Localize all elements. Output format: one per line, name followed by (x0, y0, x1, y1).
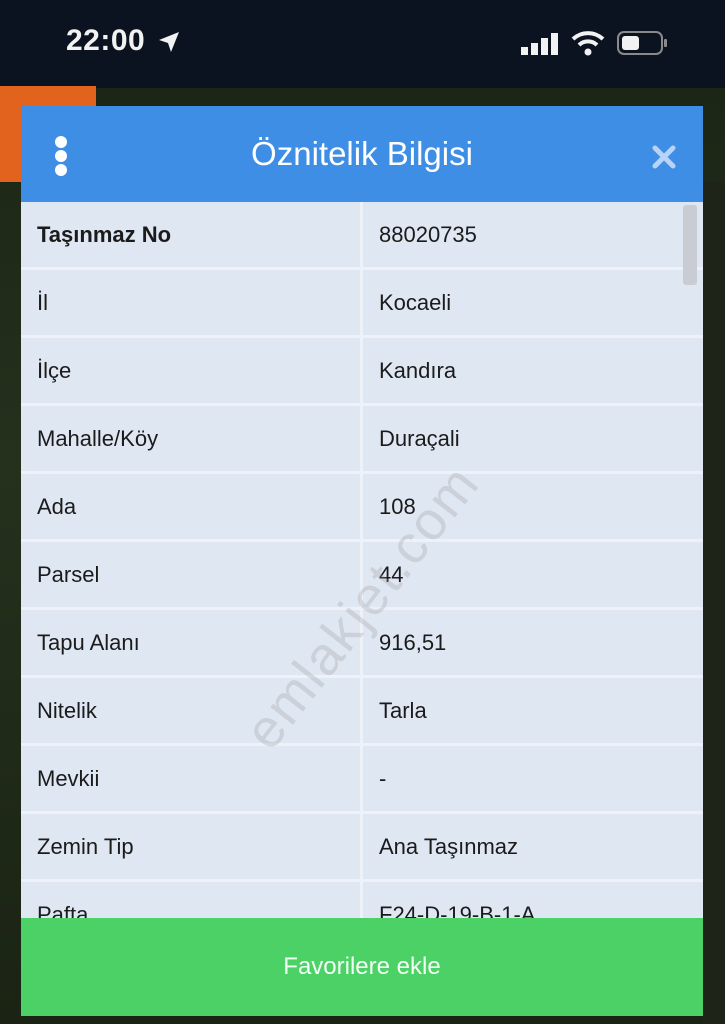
location-arrow-icon (159, 32, 179, 52)
status-time: 22:00 (66, 24, 146, 57)
table-row: İl Kocaeli (21, 268, 703, 338)
attribute-key: İl (21, 268, 363, 338)
table-row: Tapu Alanı 916,51 (21, 608, 703, 678)
attribute-key: Tapu Alanı (21, 608, 363, 678)
table-row: Mevkii - (21, 744, 703, 814)
attribute-value: 916,51 (361, 608, 703, 678)
add-to-favorites-button[interactable]: Favorilere ekle (21, 918, 703, 1016)
table-row: Parsel 44 (21, 540, 703, 610)
attribute-key: Parsel (21, 540, 363, 610)
map-edge-strip (703, 182, 725, 1024)
table-row: İlçe Kandıra (21, 336, 703, 406)
attribute-info-dialog: Öznitelik Bilgisi Taşınmaz No 88020735 İl K… (21, 106, 703, 1016)
close-icon[interactable] (651, 144, 677, 170)
attribute-key: Nitelik (21, 676, 363, 746)
attribute-value: Ana Taşınmaz (361, 812, 703, 882)
attribute-key: Taşınmaz No (21, 202, 363, 270)
dialog-title: Öznitelik Bilgisi (251, 135, 473, 172)
table-row: Mahalle/Köy Duraçali (21, 404, 703, 474)
attribute-value: 108 (361, 472, 703, 542)
cellular-signal-icon (521, 33, 558, 55)
more-vertical-icon[interactable] (55, 136, 69, 176)
attribute-key: Ada (21, 472, 363, 542)
attribute-key: İlçe (21, 336, 363, 406)
attribute-value: Kocaeli (361, 268, 703, 338)
attribute-table: Taşınmaz No 88020735 İl Kocaeli İlçe Kandıra M… (21, 202, 703, 950)
attribute-key: Zemin Tip (21, 812, 363, 882)
attribute-key: Mahalle/Köy (21, 404, 363, 474)
attribute-value: 44 (361, 540, 703, 610)
table-row: Ada 108 (21, 472, 703, 542)
scrollbar[interactable] (683, 205, 697, 915)
status-bar: 22:00 (0, 0, 725, 88)
attribute-value: - (361, 744, 703, 814)
wifi-icon (571, 31, 605, 56)
scrollbar-thumb[interactable] (683, 205, 697, 285)
attribute-value: 88020735 (361, 202, 703, 270)
battery-icon (617, 31, 667, 55)
table-row: Taşınmaz No 88020735 (21, 202, 703, 270)
table-row: Nitelik Tarla (21, 676, 703, 746)
attribute-key: Mevkii (21, 744, 363, 814)
attribute-value: Duraçali (361, 404, 703, 474)
attribute-value: Tarla (361, 676, 703, 746)
table-row: Zemin Tip Ana Taşınmaz (21, 812, 703, 882)
attribute-value: Kandıra (361, 336, 703, 406)
dialog-header: Öznitelik Bilgisi (21, 106, 703, 202)
